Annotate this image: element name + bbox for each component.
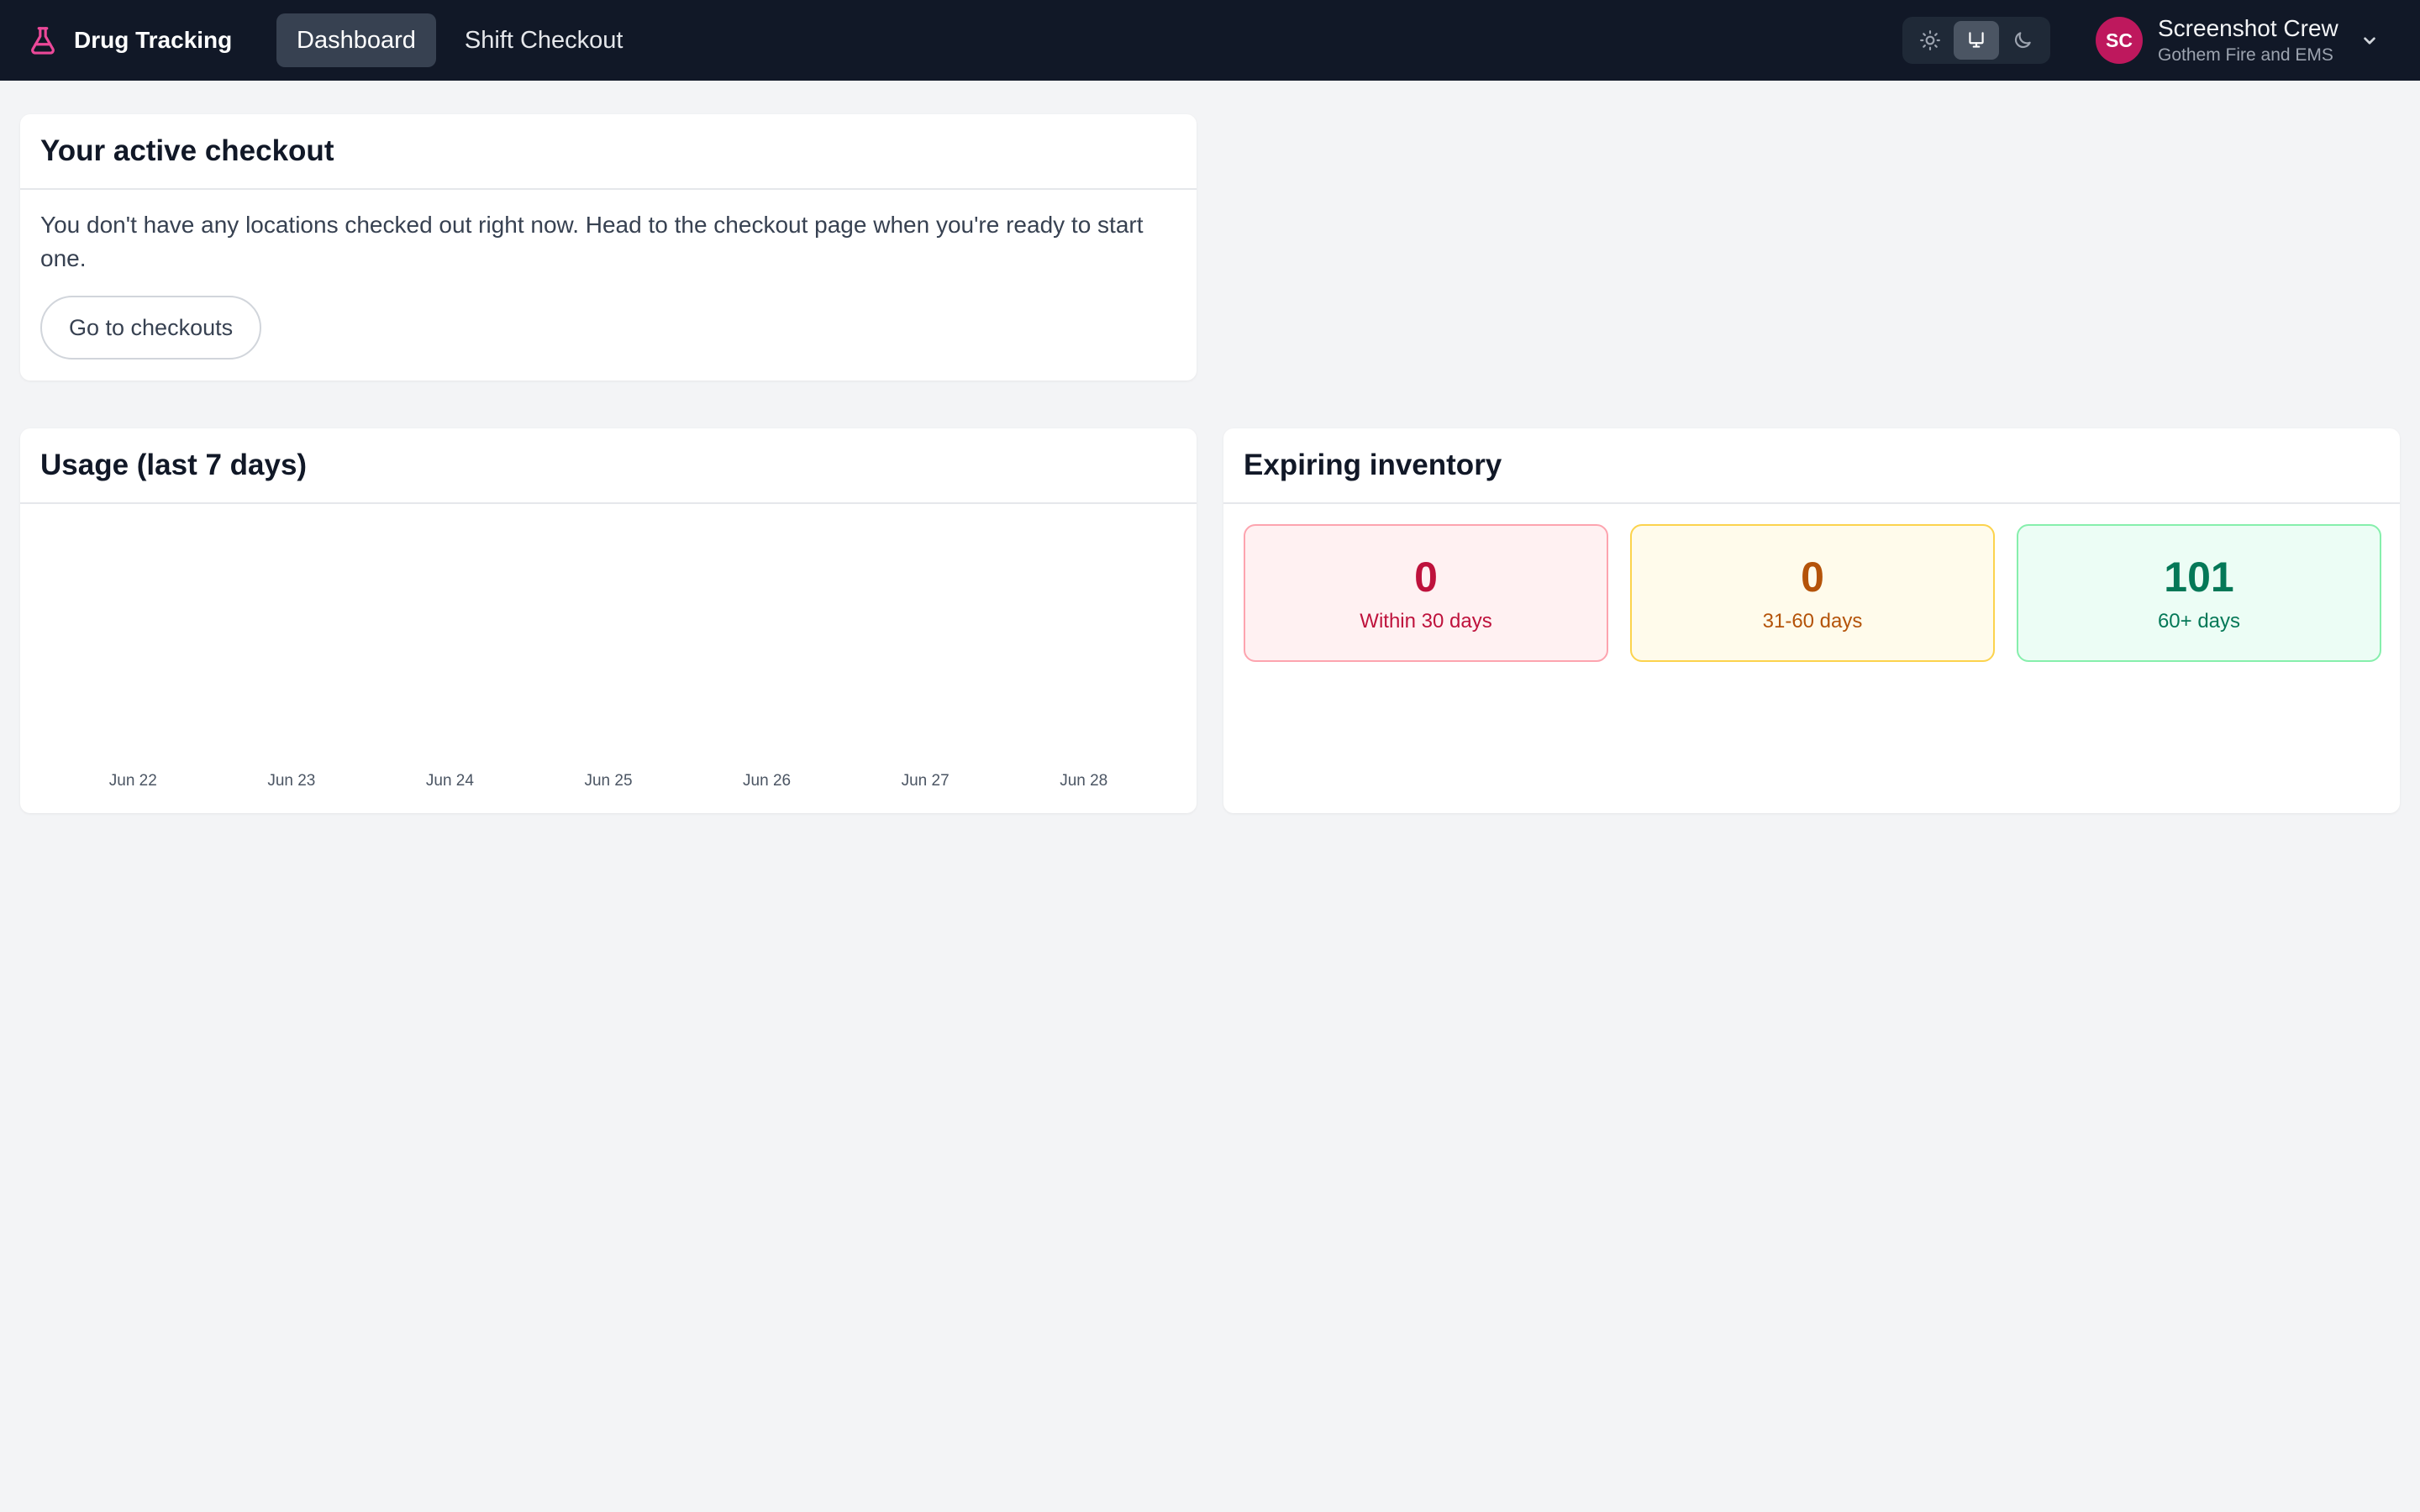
x-tick-label: Jun 25 (584, 772, 632, 790)
tile-count: 0 (1801, 554, 1824, 601)
user-org: Gothem Fire and EMS (2158, 45, 2333, 65)
x-tick-label: Jun 27 (902, 772, 950, 790)
tile-label: 60+ days (2157, 610, 2241, 633)
card-title: Usage (last 7 days) (20, 428, 1197, 504)
expiry-tile-31-60[interactable]: 0 31-60 days (1630, 524, 1995, 662)
expiry-tile-60-plus[interactable]: 101 60+ days (2017, 524, 2381, 662)
usage-chart-svg: Jun 22 Jun 23 Jun 24 Jun 25 Jun 26 Jun 27 Jun … (109, 772, 1107, 790)
moon-icon (2014, 32, 2031, 49)
tile-count: 101 (2164, 554, 2234, 601)
x-tick-label: Jun 26 (743, 772, 791, 790)
tile-count: 0 (1414, 554, 1438, 601)
app-name: Drug Tracking (74, 27, 233, 53)
main-nav: Dashboard Shift Checkout (276, 13, 643, 67)
expiry-tile-30[interactable]: 0 Within 30 days (1244, 524, 1608, 662)
tile-label: 31-60 days (1762, 610, 1863, 633)
usage-card: Usage (last 7 days) Jun 22 Jun 23 Jun 24 Ju… (20, 428, 1197, 813)
brand[interactable]: Drug Tracking (27, 0, 232, 81)
chevron-down-icon (2363, 37, 2375, 45)
user-name: Screenshot Crew (2158, 15, 2338, 41)
x-tick-label: Jun 24 (426, 772, 474, 790)
x-tick-label: Jun 28 (1060, 772, 1107, 790)
tile-label: Within 30 days (1360, 610, 1492, 633)
monitor-icon (1969, 32, 1984, 48)
checkout-message: You don't have any locations checked out… (40, 212, 1144, 271)
avatar: SC (2096, 17, 2143, 64)
active-checkout-card: Your active checkout You don't have any … (20, 114, 1197, 381)
card-title: Expiring inventory (1223, 428, 2400, 504)
sun-icon (1920, 30, 1940, 50)
theme-light-button[interactable] (1907, 21, 1953, 60)
card-title: Your active checkout (20, 114, 1197, 190)
flask-icon (27, 24, 59, 56)
user-menu[interactable]: SC Screenshot Crew Gothem Fire and EMS (2096, 0, 2381, 81)
theme-toggle (1902, 17, 2050, 64)
theme-dark-button[interactable] (2000, 21, 2045, 60)
x-tick-label: Jun 23 (267, 772, 315, 790)
expiring-inventory-card: Expiring inventory 0 Within 30 days 0 31… (1223, 428, 2400, 813)
nav-item-dashboard[interactable]: Dashboard (276, 13, 436, 67)
theme-system-button[interactable] (1954, 21, 1999, 60)
x-tick-label: Jun 22 (109, 772, 157, 790)
nav-item-shift-checkout[interactable]: Shift Checkout (445, 13, 644, 67)
top-bar: Drug Tracking Dashboard Shift Checkout S… (0, 0, 2420, 81)
usage-chart: Jun 22 Jun 23 Jun 24 Jun 25 Jun 26 Jun 27 Jun … (20, 506, 1197, 813)
go-to-checkouts-button[interactable]: Go to checkouts (40, 296, 262, 360)
